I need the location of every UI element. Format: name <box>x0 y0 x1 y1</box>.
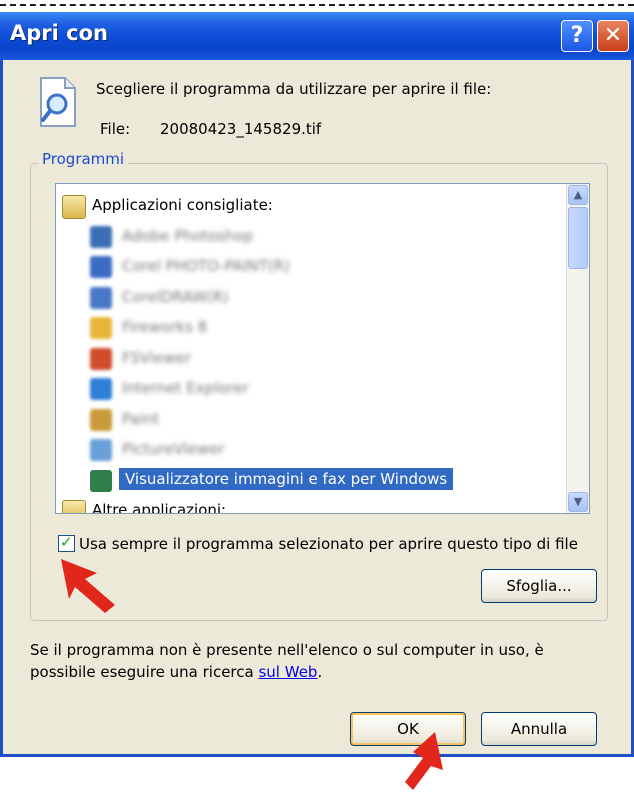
internet-explorer-icon <box>90 378 112 400</box>
photoshop-icon <box>90 225 112 248</box>
programs-group-label: Programmi <box>38 150 129 168</box>
program-item-label: PictureViewer <box>122 440 225 458</box>
program-item-label: CorelDRAW(R) <box>122 287 229 306</box>
program-item[interactable]: PictureViewer <box>56 436 566 464</box>
help-button[interactable]: ? <box>561 20 593 52</box>
list-category: Applicazioni consigliate: <box>56 192 566 220</box>
list-category: Altre applicazioni: <box>56 497 566 514</box>
fsviewer-icon <box>90 347 112 370</box>
info-text-line1: Se il programma non è presente nell'elen… <box>30 641 544 659</box>
fireworks-icon <box>90 317 112 339</box>
info-text-prefix: possibile eseguire una ricerca <box>30 663 259 681</box>
scroll-down-button[interactable]: ▼ <box>568 492 588 512</box>
file-label: File: <box>100 120 131 138</box>
program-item-label: Internet Explorer <box>122 379 249 397</box>
program-list[interactable]: Applicazioni consigliate: Adobe Photoshop… <box>55 183 590 514</box>
annotation-arrow-checkbox <box>61 559 115 613</box>
pictureviewer-icon <box>90 439 112 461</box>
browse-button[interactable]: Sfoglia... <box>481 569 597 603</box>
web-search-link[interactable]: sul Web <box>258 663 317 681</box>
info-text-line2: possibile eseguire una ricerca sul Web. <box>30 663 322 681</box>
program-item-label: FSViewer <box>122 348 191 367</box>
checkmark-icon: ✓ <box>60 533 73 551</box>
program-item-label: Applicazioni consigliate: <box>92 196 273 214</box>
program-item[interactable]: Corel PHOTO-PAINT(R) <box>56 253 566 281</box>
program-item[interactable]: Internet Explorer <box>56 375 566 403</box>
annotation-arrow-ok <box>405 732 443 790</box>
folder-icon <box>62 500 86 513</box>
document-search-icon <box>40 77 76 127</box>
program-item[interactable]: FSViewer <box>56 345 566 373</box>
program-list-scrollbar[interactable]: ▲ ▼ <box>566 184 589 513</box>
window-title: Apri con <box>10 21 108 45</box>
always-use-checkbox[interactable]: ✓ <box>58 533 75 552</box>
folder-icon <box>62 195 86 219</box>
program-item-label: Fireworks 8 <box>122 318 208 336</box>
program-item-label: Visualizzatore immagini e fax per Window… <box>119 467 454 490</box>
image-viewer-icon <box>90 469 112 492</box>
open-with-prompt: Scegliere il programma da utilizzare per… <box>96 80 492 98</box>
program-item-label: Adobe Photoshop <box>122 226 254 245</box>
title-bar: Apri con ? ✕ <box>0 12 634 60</box>
scroll-up-button[interactable]: ▲ <box>568 185 588 205</box>
program-item[interactable]: Paint <box>56 406 566 434</box>
cancel-button[interactable]: Annulla <box>481 712 597 746</box>
program-item[interactable]: CorelDRAW(R) <box>56 284 566 312</box>
program-item-label: Paint <box>122 409 160 428</box>
program-item-label: Altre applicazioni: <box>92 501 227 514</box>
corel-photopaint-icon <box>90 256 112 278</box>
program-item[interactable]: Visualizzatore immagini e fax per Window… <box>56 467 566 495</box>
coreldraw-icon <box>90 286 112 309</box>
program-item[interactable]: Adobe Photoshop <box>56 223 566 251</box>
scroll-thumb[interactable] <box>568 207 588 269</box>
program-item-label: Corel PHOTO-PAINT(R) <box>122 257 290 275</box>
paint-icon <box>90 408 112 431</box>
info-text-suffix: . <box>317 663 323 681</box>
always-use-label[interactable]: Usa sempre il programma selezionato per … <box>79 535 578 553</box>
file-name: 20080423_145829.tif <box>160 120 322 138</box>
program-item[interactable]: Fireworks 8 <box>56 314 566 342</box>
close-button[interactable]: ✕ <box>597 20 629 52</box>
